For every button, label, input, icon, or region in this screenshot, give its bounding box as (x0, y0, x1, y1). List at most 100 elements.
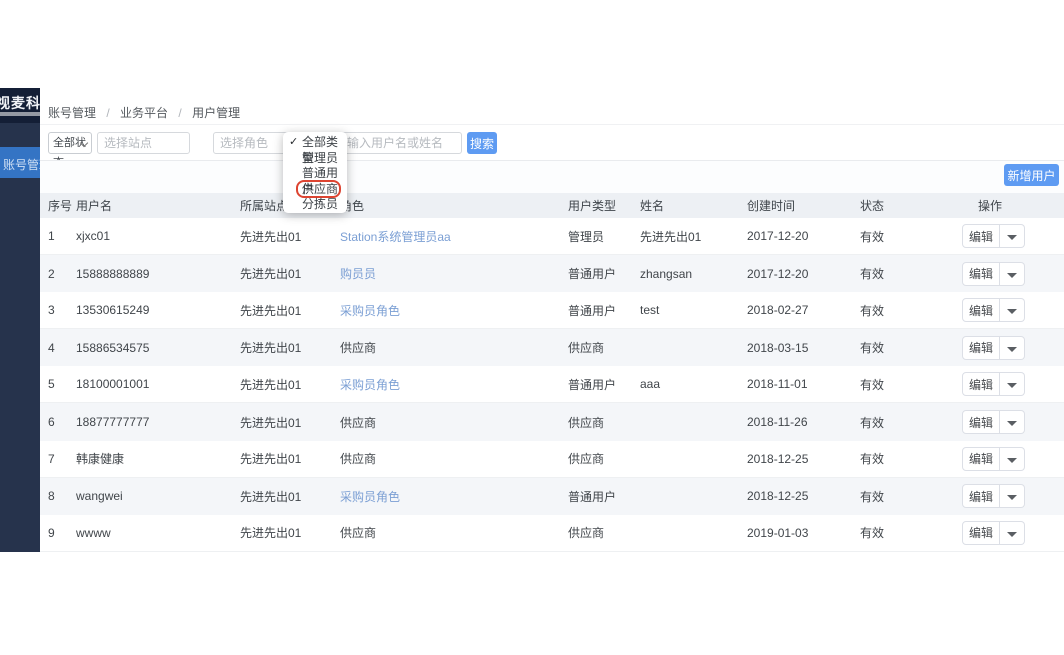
cell-username: 13530615249 (76, 303, 240, 317)
app-logo-subtitle (0, 112, 40, 116)
table-row: 313530615249先进先出01采购员角色普通用户test2018-02-2… (40, 292, 1064, 329)
site-filter-input[interactable] (97, 132, 190, 154)
cell-site: 先进先出01 (240, 450, 340, 467)
cell-username: wwww (76, 526, 240, 540)
cell-type: 供应商 (568, 450, 640, 467)
cell-actions: 编辑 (960, 298, 1064, 322)
cell-status: 有效 (860, 414, 960, 431)
dropdown-item-分拣员[interactable]: 分拣员 (283, 197, 347, 213)
caret-down-icon (1007, 532, 1017, 537)
edit-button[interactable]: 编辑 (962, 447, 1000, 471)
user-table: 序号用户名所属站点角色用户类型姓名创建时间状态操作 1xjxc01先进先出01S… (40, 193, 1064, 552)
column-header: 操作 (960, 197, 1064, 214)
table-row: 215888888889先进先出01购员员普通用户zhangsan2017-12… (40, 255, 1064, 292)
cell-type: 普通用户 (568, 265, 640, 282)
row-more-actions-button[interactable] (1000, 484, 1025, 508)
cell-status: 有效 (860, 488, 960, 505)
edit-button[interactable]: 编辑 (962, 262, 1000, 286)
caret-down-icon (1007, 235, 1017, 240)
cell-username: 韩康健康 (76, 450, 240, 467)
cell-username: 18100001001 (76, 377, 240, 391)
row-more-actions-button[interactable] (1000, 372, 1025, 396)
row-more-actions-button[interactable] (1000, 447, 1025, 471)
cell-username: 15888888889 (76, 267, 240, 281)
app-logo-text: 视麦科技 (0, 93, 40, 113)
caret-down-icon (1007, 421, 1017, 426)
cell-created: 2018-11-26 (747, 415, 860, 429)
cell-created: 2018-11-01 (747, 377, 860, 391)
breadcrumb-account[interactable]: 账号管理 (48, 106, 96, 120)
column-header: 状态 (860, 197, 960, 214)
cell-actions: 编辑 (960, 447, 1064, 471)
dropdown-item-全部类型[interactable]: ✓全部类型 (283, 135, 347, 151)
main-content: 账号管理 / 业务平台 / 用户管理 全部状态 搜索 新增用户 序号用户名所属站… (40, 88, 1064, 552)
edit-button[interactable]: 编辑 (962, 521, 1000, 545)
dropdown-item-普通用户[interactable]: 普通用户 (283, 166, 347, 182)
cell-status: 有效 (860, 339, 960, 356)
cell-type: 供应商 (568, 414, 640, 431)
table-body: 1xjxc01先进先出01Station系统管理员aa管理员先进先出012017… (40, 218, 1064, 552)
caret-down-icon (1007, 347, 1017, 352)
cell-site: 先进先出01 (240, 376, 340, 393)
search-input[interactable] (340, 132, 462, 154)
sidebar-item-account-management[interactable]: 账号管理 (0, 147, 40, 178)
cell-no: 3 (40, 303, 76, 317)
row-more-actions-button[interactable] (1000, 410, 1025, 434)
breadcrumb-separator: / (178, 106, 181, 120)
column-header: 创建时间 (747, 197, 860, 214)
row-more-actions-button[interactable] (1000, 262, 1025, 286)
table-row: 8wangwei先进先出01采购员角色普通用户2018-12-25有效编辑 (40, 478, 1064, 515)
edit-button[interactable]: 编辑 (962, 224, 1000, 248)
add-user-button[interactable]: 新增用户 (1004, 164, 1059, 186)
breadcrumb: 账号管理 / 业务平台 / 用户管理 (48, 104, 240, 121)
breadcrumb-separator: / (106, 106, 109, 120)
column-header: 角色 (340, 197, 568, 214)
cell-role[interactable]: 采购员角色 (340, 376, 568, 393)
cell-username: 18877777777 (76, 415, 240, 429)
caret-down-icon (1007, 273, 1017, 278)
edit-button[interactable]: 编辑 (962, 336, 1000, 360)
edit-button[interactable]: 编辑 (962, 484, 1000, 508)
cell-type: 供应商 (568, 524, 640, 541)
status-filter-select[interactable]: 全部状态 (48, 132, 92, 154)
search-button[interactable]: 搜索 (467, 132, 497, 154)
edit-button[interactable]: 编辑 (962, 298, 1000, 322)
cell-status: 有效 (860, 450, 960, 467)
cell-no: 6 (40, 415, 76, 429)
cell-name: 先进先出01 (640, 228, 747, 245)
cell-created: 2019-01-03 (747, 526, 860, 540)
edit-button[interactable]: 编辑 (962, 372, 1000, 396)
edit-button[interactable]: 编辑 (962, 410, 1000, 434)
row-more-actions-button[interactable] (1000, 298, 1025, 322)
cell-actions: 编辑 (960, 262, 1064, 286)
table-row: 415886534575先进先出01供应商供应商2018-03-15有效编辑 (40, 329, 1064, 366)
cell-site: 先进先出01 (240, 524, 340, 541)
cell-role: 供应商 (340, 414, 568, 431)
sidebar-item-label: 账号管理 (3, 156, 40, 173)
caret-down-icon (1007, 458, 1017, 463)
row-more-actions-button[interactable] (1000, 521, 1025, 545)
cell-no: 4 (40, 341, 76, 355)
cell-site: 先进先出01 (240, 488, 340, 505)
page: 视麦科技 账号管理 账号管理 / 业务平台 / 用户管理 全部状态 搜索 (0, 0, 1064, 655)
cell-name: test (640, 303, 747, 317)
cell-site: 先进先出01 (240, 414, 340, 431)
cell-type: 普通用户 (568, 488, 640, 505)
caret-down-icon (1007, 383, 1017, 388)
row-more-actions-button[interactable] (1000, 336, 1025, 360)
breadcrumb-user-management: 用户管理 (192, 106, 240, 120)
cell-no: 7 (40, 452, 76, 466)
cell-role[interactable]: 采购员角色 (340, 302, 568, 319)
breadcrumb-platform[interactable]: 业务平台 (120, 106, 168, 120)
cell-role[interactable]: Station系统管理员aa (340, 228, 568, 245)
cell-username: xjxc01 (76, 229, 240, 243)
cell-type: 普通用户 (568, 376, 640, 393)
cell-name: zhangsan (640, 267, 747, 281)
cell-role[interactable]: 购员员 (340, 265, 568, 282)
dropdown-item-供应商[interactable]: 供应商 (283, 182, 347, 198)
row-more-actions-button[interactable] (1000, 224, 1025, 248)
cell-role[interactable]: 采购员角色 (340, 488, 568, 505)
dropdown-item-label: 管理员 (302, 151, 338, 165)
cell-no: 5 (40, 377, 76, 391)
dropdown-item-管理员[interactable]: 管理员 (283, 151, 347, 167)
